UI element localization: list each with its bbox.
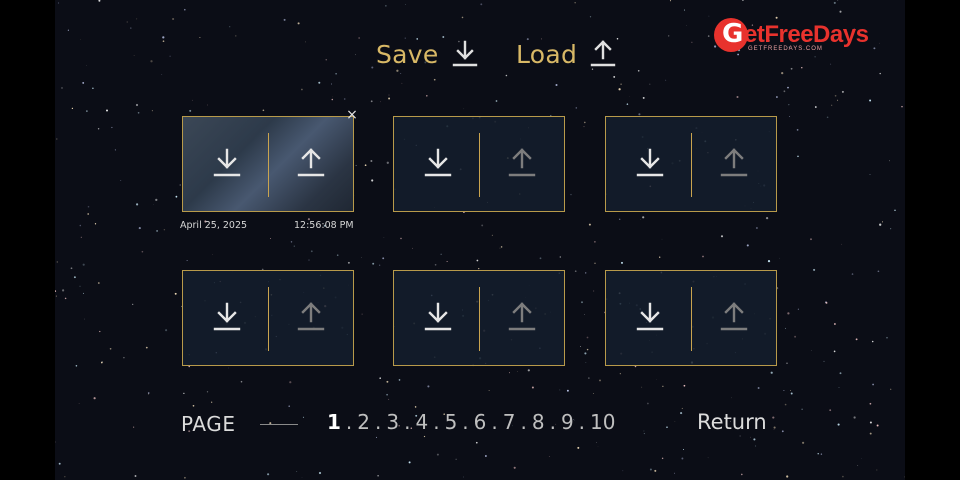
page-separator-dot: . <box>578 410 586 434</box>
upload-icon <box>293 148 329 185</box>
page-number-list: 1. 2. 3. 4. 5. 6. 7. 8. 9. 10 <box>327 410 615 434</box>
return-button[interactable]: Return <box>697 410 767 434</box>
page-number-8[interactable]: 8 <box>532 410 545 434</box>
slot-save-button[interactable] <box>632 299 668 335</box>
page-number-2[interactable]: 2 <box>357 410 370 434</box>
download-icon <box>209 302 245 339</box>
upload-icon <box>293 302 329 339</box>
page-separator-dot: . <box>520 410 527 434</box>
page-separator-dot: . <box>491 410 498 434</box>
slot-divider <box>268 133 269 197</box>
upload-icon <box>716 148 752 185</box>
save-mode-button[interactable]: Save <box>376 38 481 70</box>
upload-icon <box>590 40 616 67</box>
save-slot-1[interactable]: × <box>182 108 358 212</box>
page-separator-dot: . <box>462 410 469 434</box>
slot-divider <box>479 133 480 197</box>
slot-load-button[interactable] <box>716 299 752 335</box>
page-number-6[interactable]: 6 <box>474 410 487 434</box>
upload-icon <box>504 302 540 339</box>
pagination-footer: PAGE 1. 2. 3. 4. 5. 6. 7. 8. 9. 10 Return <box>0 410 960 440</box>
page-number-7[interactable]: 7 <box>503 410 516 434</box>
save-slot-2[interactable] <box>393 116 565 212</box>
upload-icon <box>716 302 752 339</box>
slot-load-button[interactable] <box>293 145 329 181</box>
download-icon <box>632 148 668 185</box>
watermark-logo: G etFreeDays GETFREEDAYS.COM <box>714 16 884 54</box>
slot-save-button[interactable] <box>420 299 456 335</box>
download-icon <box>632 302 668 339</box>
logo-name: etFreeDays <box>744 21 869 48</box>
logo-g: G <box>722 19 744 49</box>
save-mode-label: Save <box>376 39 439 69</box>
slot-load-button[interactable] <box>293 299 329 335</box>
slot-save-time: 12:56:08 PM <box>294 220 354 231</box>
slot-divider <box>479 287 480 351</box>
game-screen: Save Load × April 25, 2025 12:56:08 PM PAG… <box>0 0 960 480</box>
slot-save-button[interactable] <box>420 145 456 181</box>
page-separator-dot: . <box>345 410 353 434</box>
save-slot-4[interactable] <box>182 270 354 366</box>
load-mode-button[interactable]: Load <box>516 38 619 70</box>
page-number-10[interactable]: 10 <box>590 410 615 434</box>
page-number-5[interactable]: 5 <box>445 410 458 434</box>
download-icon <box>420 302 456 339</box>
page-label: PAGE <box>181 412 236 436</box>
logo-subtitle: GETFREEDAYS.COM <box>748 46 823 52</box>
save-slot-6[interactable] <box>605 270 777 366</box>
save-slot-5[interactable] <box>393 270 565 366</box>
download-icon <box>209 148 245 185</box>
page-separator-dot: . <box>404 410 411 434</box>
page-divider-line <box>260 424 298 425</box>
delete-save-close-icon[interactable]: × <box>345 108 359 122</box>
page-separator-dot: . <box>433 410 440 434</box>
slot-load-button[interactable] <box>504 145 540 181</box>
slot-divider <box>691 133 692 197</box>
save-slot-3[interactable] <box>605 116 777 212</box>
download-icon <box>420 148 456 185</box>
slot-load-button[interactable] <box>504 299 540 335</box>
upload-icon <box>504 148 540 185</box>
slot-save-button[interactable] <box>209 145 245 181</box>
page-separator-dot: . <box>375 410 382 434</box>
page-number-9[interactable]: 9 <box>561 410 574 434</box>
load-mode-label: Load <box>516 39 578 69</box>
page-separator-dot: . <box>549 410 556 434</box>
slot-save-button[interactable] <box>632 145 668 181</box>
page-number-4[interactable]: 4 <box>415 410 428 434</box>
slot-divider <box>691 287 692 351</box>
slot-save-date: April 25, 2025 <box>180 220 248 231</box>
page-number-3[interactable]: 3 <box>386 410 399 434</box>
page-number-1[interactable]: 1 <box>327 410 341 434</box>
download-icon <box>452 40 477 67</box>
slot-save-button[interactable] <box>209 299 245 335</box>
slot-divider <box>268 287 269 351</box>
slot-load-button[interactable] <box>716 145 752 181</box>
